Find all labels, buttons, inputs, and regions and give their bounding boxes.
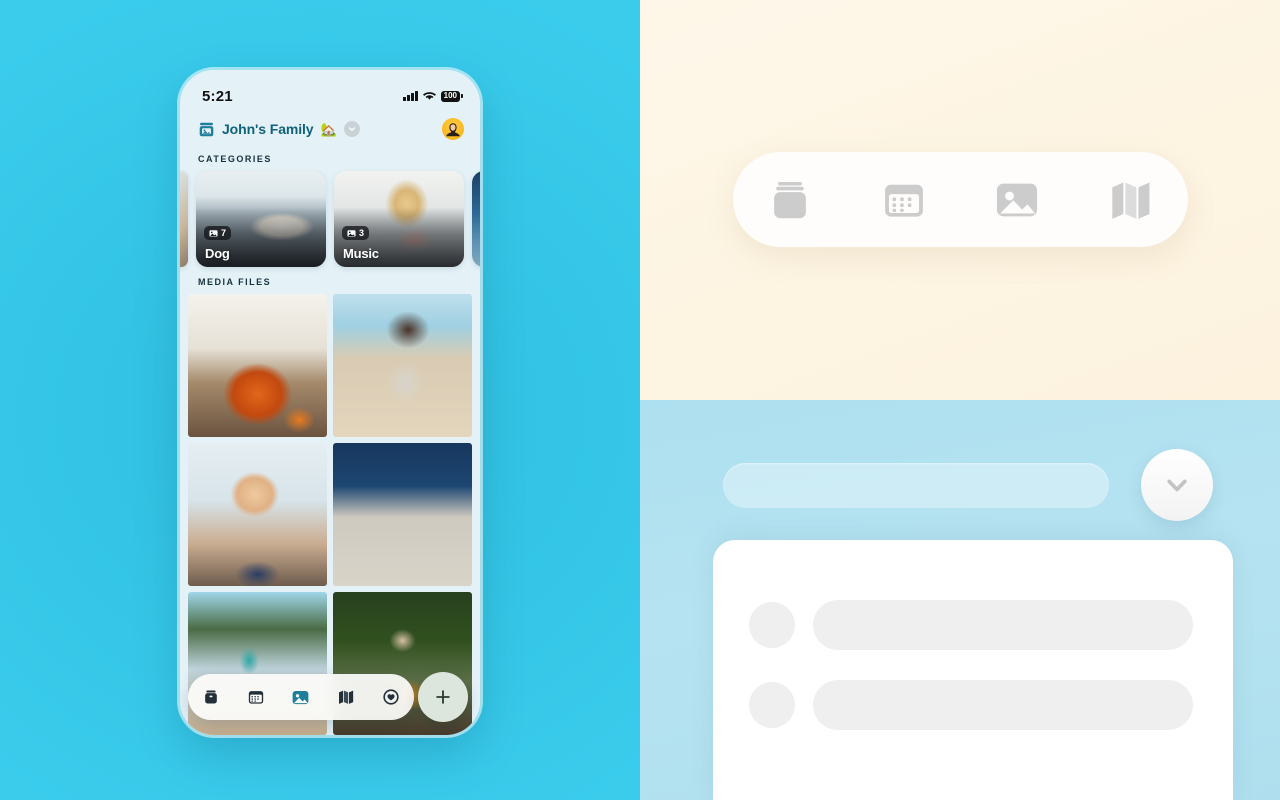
heart-circle-icon [383, 689, 399, 705]
list-avatar-placeholder [749, 602, 795, 648]
category-name: Music [343, 246, 379, 261]
archive-box-icon [204, 690, 217, 704]
category-count-value: 3 [359, 228, 365, 238]
tab-calendar[interactable] [244, 685, 268, 709]
status-indicators: 100 [403, 90, 460, 102]
list-text-placeholder [813, 680, 1193, 730]
category-card-dog[interactable]: 7 Dog [196, 171, 326, 267]
category-card-partial-next[interactable] [472, 171, 480, 267]
mock-navigation-bar[interactable] [733, 152, 1188, 247]
mock-nav-item-map[interactable] [1103, 172, 1159, 228]
phone-mockup: 5:21 100 John's Family 🏡 CATEGORIES 7 Do… [180, 70, 480, 735]
media-files-grid[interactable] [180, 294, 480, 735]
expand-chevron-button[interactable] [1141, 449, 1213, 521]
archive-box-icon [774, 181, 806, 218]
plus-icon [436, 690, 450, 704]
wifi-icon [422, 91, 436, 101]
media-tile[interactable] [333, 294, 472, 437]
category-thumbnail [180, 171, 188, 267]
add-button[interactable] [418, 672, 468, 722]
categories-section-label: CATEGORIES [198, 154, 272, 164]
battery-icon: 100 [440, 90, 460, 102]
tab-map[interactable] [334, 685, 358, 709]
image-icon [293, 690, 309, 704]
app-header: John's Family 🏡 [180, 110, 480, 144]
media-tile[interactable] [188, 443, 327, 586]
album-selector[interactable]: John's Family 🏡 [198, 121, 360, 138]
media-tile[interactable] [333, 443, 472, 586]
calendar-icon [248, 691, 263, 704]
category-photo-count: 7 [204, 226, 232, 240]
list-item[interactable] [749, 600, 1193, 650]
category-thumbnail [472, 171, 480, 267]
mock-nav-item-archive[interactable] [762, 172, 818, 228]
category-count-value: 7 [221, 228, 227, 238]
media-tile[interactable] [188, 294, 327, 437]
media-section-label: MEDIA FILES [198, 277, 272, 287]
tab-archive[interactable] [199, 685, 223, 709]
avatar[interactable] [442, 118, 464, 140]
image-count-icon [347, 229, 356, 237]
status-time: 5:21 [202, 87, 233, 105]
mock-nav-item-calendar[interactable] [876, 172, 932, 228]
list-text-placeholder [813, 600, 1193, 650]
category-name: Dog [205, 246, 230, 261]
tab-photos[interactable] [289, 685, 313, 709]
search-bar-placeholder[interactable] [723, 463, 1109, 508]
status-bar: 5:21 100 [180, 70, 480, 110]
tab-favorites[interactable] [379, 685, 403, 709]
bottom-tab-bar[interactable] [188, 674, 414, 720]
categories-carousel[interactable]: 7 Dog 3 Music [180, 171, 480, 267]
list-item[interactable] [749, 680, 1193, 730]
album-title: John's Family [222, 121, 314, 137]
category-card-music[interactable]: 3 Music [334, 171, 464, 267]
phone-screen: 5:21 100 John's Family 🏡 CATEGORIES 7 Do… [180, 70, 480, 735]
image-count-icon [209, 229, 218, 237]
category-photo-count: 3 [342, 226, 370, 240]
photo-album-icon [198, 121, 215, 138]
mock-nav-item-image[interactable] [989, 172, 1045, 228]
calendar-icon [884, 184, 923, 217]
chevron-down-icon[interactable] [343, 121, 360, 137]
map-icon [339, 690, 354, 704]
mock-list-card [713, 540, 1233, 800]
chevron-down-icon [1167, 479, 1187, 492]
list-avatar-placeholder [749, 682, 795, 728]
map-icon [1112, 182, 1150, 219]
image-icon [997, 183, 1038, 216]
album-emoji: 🏡 [320, 121, 337, 137]
screenshot-canvas: 5:21 100 John's Family 🏡 CATEGORIES 7 Do… [0, 0, 1280, 800]
cellular-signal-icon [403, 91, 418, 101]
category-card-partial-previous[interactable] [180, 171, 188, 267]
